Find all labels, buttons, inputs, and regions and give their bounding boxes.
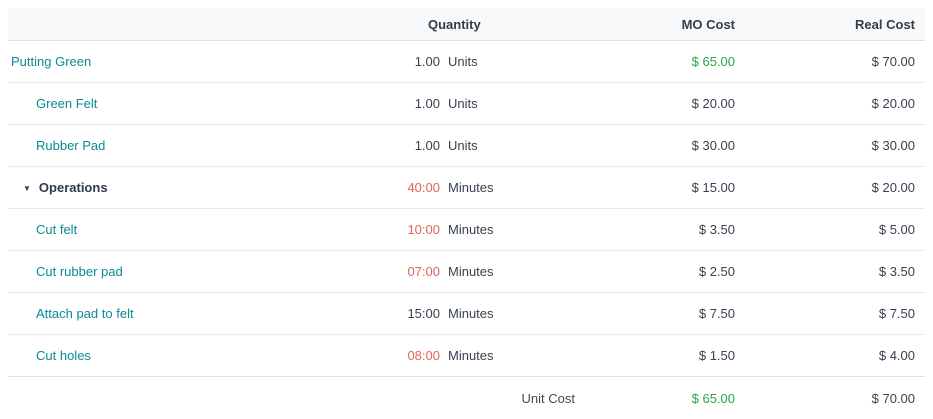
row-quantity: 10:00: [360, 209, 440, 251]
row-name-link[interactable]: Green Felt: [36, 96, 97, 111]
row-name-wrap: Cut felt: [11, 222, 77, 237]
row-real-cost: $ 30.00: [750, 125, 925, 167]
caret-down-icon[interactable]: ▼: [23, 184, 31, 193]
table-row: Cut holes 08:00 Minutes $ 1.50 $ 4.00: [8, 335, 925, 377]
table-row: Putting Green 1.00 Units $ 65.00 $ 70.00: [8, 41, 925, 83]
row-name-cell: ▼ Operations: [8, 167, 360, 209]
row-name-cell: Green Felt: [8, 83, 360, 125]
row-real-cost: $ 20.00: [750, 83, 925, 125]
row-name-link[interactable]: Cut felt: [36, 222, 77, 237]
row-name-cell: Putting Green: [8, 41, 360, 83]
row-name-wrap: Green Felt: [11, 96, 97, 111]
row-real-cost: $ 5.00: [750, 209, 925, 251]
row-real-cost: $ 4.00: [750, 335, 925, 377]
row-unit: Minutes: [440, 251, 602, 293]
row-name-cell: Cut holes: [8, 335, 360, 377]
header-quantity: Quantity: [360, 8, 602, 41]
table-footer: Unit Cost $ 65.00 $ 70.00: [8, 377, 925, 419]
row-name-link[interactable]: Cut holes: [36, 348, 91, 363]
table-header: Quantity MO Cost Real Cost: [8, 8, 925, 41]
row-mo-cost: $ 20.00: [602, 83, 750, 125]
table-row: Rubber Pad 1.00 Units $ 30.00 $ 30.00: [8, 125, 925, 167]
unit-cost-real-value: $ 70.00: [750, 377, 925, 419]
unit-cost-label: Unit Cost: [8, 377, 602, 419]
row-mo-cost: $ 65.00: [602, 41, 750, 83]
row-unit: Minutes: [440, 209, 602, 251]
mo-cost-overview: Quantity MO Cost Real Cost Putting Green…: [0, 0, 933, 419]
row-name-link[interactable]: Attach pad to felt: [36, 306, 134, 321]
row-quantity: 1.00: [360, 125, 440, 167]
row-real-cost: $ 70.00: [750, 41, 925, 83]
row-mo-cost: $ 15.00: [602, 167, 750, 209]
row-name-wrap: Rubber Pad: [11, 138, 105, 153]
table-row: Attach pad to felt 15:00 Minutes $ 7.50 …: [8, 293, 925, 335]
unit-cost-row: Unit Cost $ 65.00 $ 70.00: [8, 377, 925, 419]
row-real-cost: $ 7.50: [750, 293, 925, 335]
row-mo-cost: $ 3.50: [602, 209, 750, 251]
row-real-cost: $ 3.50: [750, 251, 925, 293]
row-name-cell: Attach pad to felt: [8, 293, 360, 335]
row-name-wrap: Attach pad to felt: [11, 306, 134, 321]
row-name-wrap: Cut rubber pad: [11, 264, 123, 279]
row-name-cell: Cut rubber pad: [8, 251, 360, 293]
row-unit: Units: [440, 41, 602, 83]
row-name-wrap: Putting Green: [11, 54, 91, 69]
row-name-cell: Rubber Pad: [8, 125, 360, 167]
row-unit: Units: [440, 125, 602, 167]
table-row: Cut felt 10:00 Minutes $ 3.50 $ 5.00: [8, 209, 925, 251]
row-mo-cost: $ 30.00: [602, 125, 750, 167]
row-name-link[interactable]: Cut rubber pad: [36, 264, 123, 279]
row-name-cell: Cut felt: [8, 209, 360, 251]
header-mo-cost: MO Cost: [602, 8, 750, 41]
table-row: Green Felt 1.00 Units $ 20.00 $ 20.00: [8, 83, 925, 125]
header-real-cost: Real Cost: [750, 8, 925, 41]
row-name-wrap: ▼ Operations: [23, 180, 108, 195]
row-real-cost: $ 20.00: [750, 167, 925, 209]
row-quantity: 15:00: [360, 293, 440, 335]
row-quantity: 07:00: [360, 251, 440, 293]
row-unit: Units: [440, 83, 602, 125]
row-mo-cost: $ 2.50: [602, 251, 750, 293]
cost-analysis-table: Quantity MO Cost Real Cost Putting Green…: [8, 8, 925, 419]
row-quantity: 08:00: [360, 335, 440, 377]
row-mo-cost: $ 1.50: [602, 335, 750, 377]
unit-cost-mo-value: $ 65.00: [602, 377, 750, 419]
row-name-wrap: Cut holes: [11, 348, 91, 363]
row-quantity: 40:00: [360, 167, 440, 209]
table-body: Putting Green 1.00 Units $ 65.00 $ 70.00…: [8, 41, 925, 377]
table-row: Cut rubber pad 07:00 Minutes $ 2.50 $ 3.…: [8, 251, 925, 293]
row-quantity: 1.00: [360, 41, 440, 83]
row-unit: Minutes: [440, 335, 602, 377]
row-quantity: 1.00: [360, 83, 440, 125]
header-name: [8, 8, 360, 41]
row-unit: Minutes: [440, 293, 602, 335]
row-unit: Minutes: [440, 167, 602, 209]
row-name-link[interactable]: Rubber Pad: [36, 138, 105, 153]
row-name-link[interactable]: Putting Green: [11, 54, 91, 69]
row-mo-cost: $ 7.50: [602, 293, 750, 335]
row-name-link[interactable]: Operations: [39, 180, 108, 195]
table-row: ▼ Operations 40:00 Minutes $ 15.00 $ 20.0…: [8, 167, 925, 209]
